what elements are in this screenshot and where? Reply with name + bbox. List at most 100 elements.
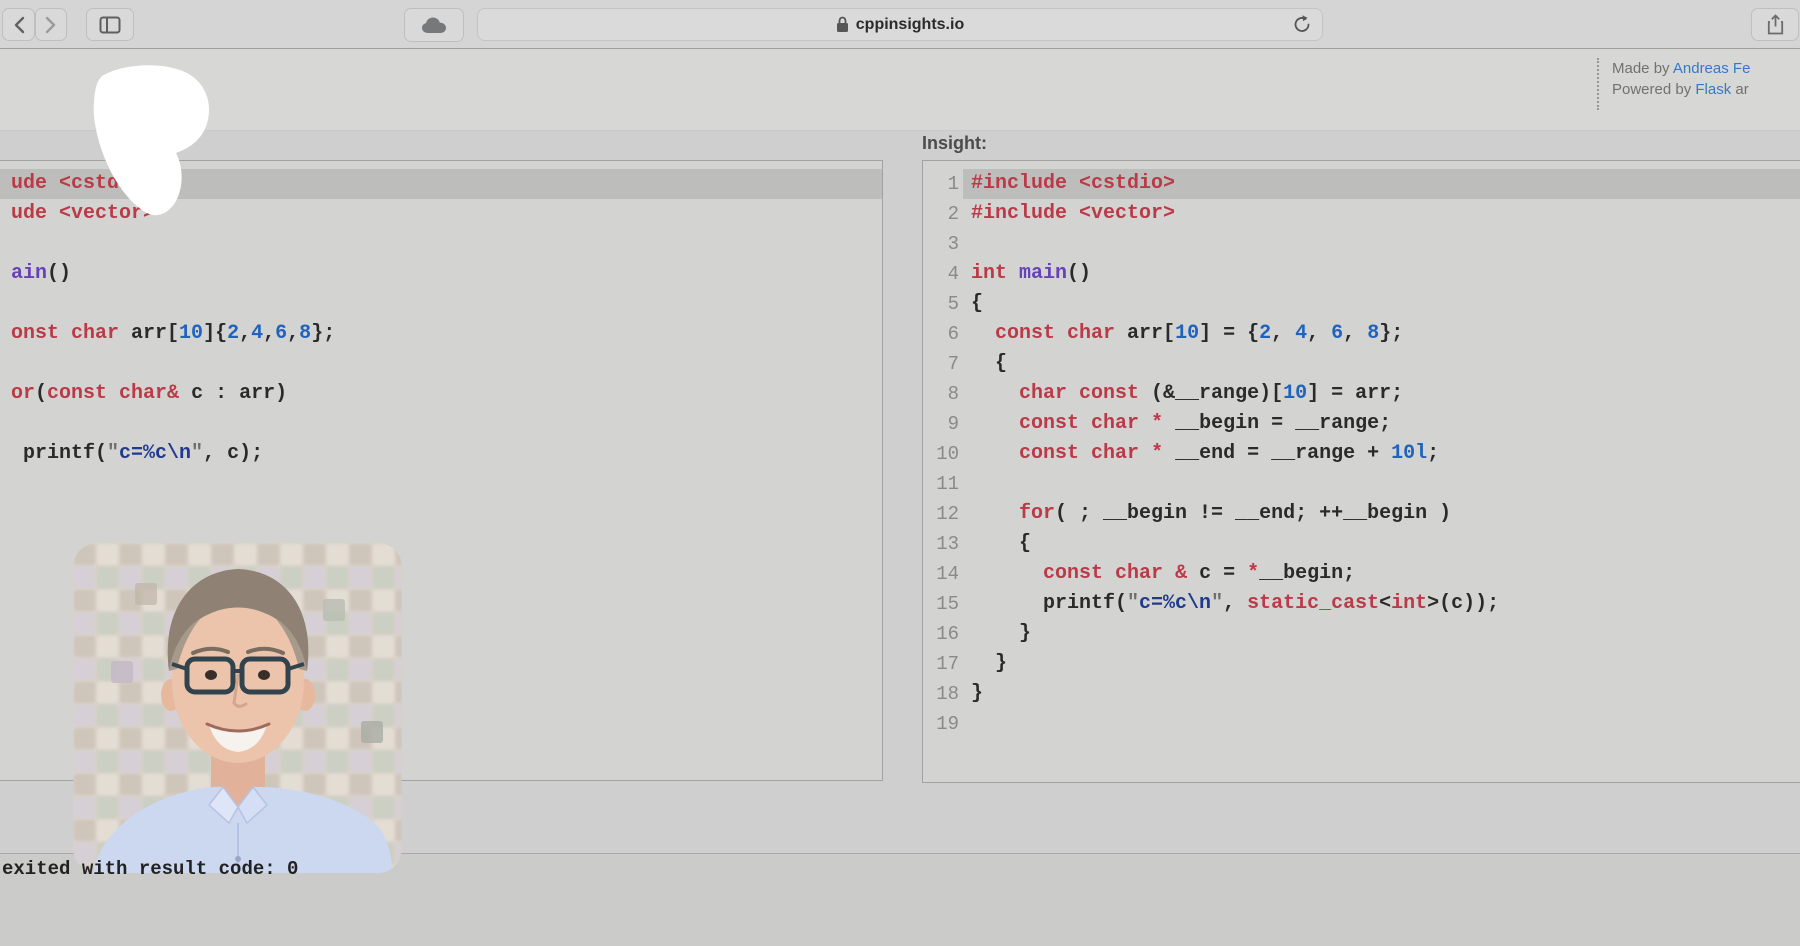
insight-pane-label: Insight: xyxy=(922,133,987,154)
chevron-right-icon xyxy=(45,16,57,34)
code-text xyxy=(3,232,23,255)
line-number: 13 xyxy=(931,529,959,559)
code-text: { xyxy=(963,289,1800,319)
code-line xyxy=(0,349,882,379)
line-number: 9 xyxy=(931,409,959,439)
code-line xyxy=(0,229,882,259)
cloud-icon xyxy=(421,16,447,34)
code-line: ude <cstdio> xyxy=(0,169,882,199)
line-number: 10 xyxy=(931,439,959,469)
line-number: 5 xyxy=(931,289,959,319)
code-text: ain() xyxy=(3,262,71,285)
line-number: 16 xyxy=(931,619,959,649)
code-line: 18} xyxy=(923,679,1800,709)
code-text: ude <cstdio> xyxy=(3,172,155,195)
code-text: #include <vector> xyxy=(963,199,1800,229)
code-text xyxy=(963,229,1800,259)
line-number: 19 xyxy=(931,709,959,739)
code-line: 3 xyxy=(923,229,1800,259)
author-link[interactable]: Andreas Fe xyxy=(1673,60,1751,77)
reload-icon xyxy=(1292,14,1312,35)
code-text xyxy=(3,352,23,375)
code-text: const char arr[10] = {2, 4, 6, 8}; xyxy=(963,319,1800,349)
browser-chrome: cppinsights.io xyxy=(0,0,1800,49)
forward-button[interactable] xyxy=(35,8,67,41)
url-text: cppinsights.io xyxy=(856,16,964,34)
code-text: const char * __begin = __range; xyxy=(963,409,1800,439)
code-line: 19 xyxy=(923,709,1800,739)
line-number: 3 xyxy=(931,229,959,259)
author-photo xyxy=(73,543,402,873)
code-line: onst char arr[10]{2,4,6,8}; xyxy=(0,319,882,349)
line-number: 17 xyxy=(931,649,959,679)
code-text: } xyxy=(963,679,1800,709)
sidebar-toggle-button[interactable] xyxy=(86,8,134,41)
credits-block: Made by Andreas Fe Powered by Flask ar xyxy=(1597,58,1750,110)
code-line: 5{ xyxy=(923,289,1800,319)
code-line: ude <vector> xyxy=(0,199,882,229)
code-text: { xyxy=(963,349,1800,379)
console-output: exited with result code: 0 xyxy=(2,858,298,880)
code-line: 2#include <vector> xyxy=(923,199,1800,229)
code-line: 4int main() xyxy=(923,259,1800,289)
code-text: } xyxy=(963,619,1800,649)
code-line: 16 } xyxy=(923,619,1800,649)
code-text xyxy=(3,412,23,435)
line-number: 12 xyxy=(931,499,959,529)
line-number: 2 xyxy=(931,199,959,229)
code-text: int main() xyxy=(963,259,1800,289)
flask-link[interactable]: Flask xyxy=(1695,81,1731,98)
code-text: #include <cstdio> xyxy=(963,169,1800,199)
lock-icon xyxy=(836,16,849,33)
code-text xyxy=(963,469,1800,499)
code-line: 12 for( ; __begin != __end; ++__begin ) xyxy=(923,499,1800,529)
line-number: 15 xyxy=(931,589,959,619)
line-number: 1 xyxy=(931,169,959,199)
line-number: 7 xyxy=(931,349,959,379)
line-number: 11 xyxy=(931,469,959,499)
code-line: 7 { xyxy=(923,349,1800,379)
line-number: 14 xyxy=(931,559,959,589)
cloud-tabs-button[interactable] xyxy=(404,8,464,42)
code-text xyxy=(3,292,23,315)
code-line: 14 const char & c = *__begin; xyxy=(923,559,1800,589)
source-code: ude <cstdio> ude <vector> ain() onst char… xyxy=(0,161,882,469)
code-text: for( ; __begin != __end; ++__begin ) xyxy=(963,499,1800,529)
line-number: 8 xyxy=(931,379,959,409)
code-line: 1#include <cstdio> xyxy=(923,169,1800,199)
code-line: 8 char const (&__range)[10] = arr; xyxy=(923,379,1800,409)
code-text xyxy=(963,709,1800,739)
line-number: 4 xyxy=(931,259,959,289)
app-toolbar xyxy=(0,49,1800,131)
code-line: 11 xyxy=(923,469,1800,499)
code-line: or(const char& c : arr) xyxy=(0,379,882,409)
share-icon xyxy=(1767,14,1784,35)
code-text: const char & c = *__begin; xyxy=(963,559,1800,589)
sidebar-icon xyxy=(99,16,121,34)
code-text: or(const char& c : arr) xyxy=(3,382,287,405)
back-button[interactable] xyxy=(2,8,35,41)
code-text: ude <vector> xyxy=(3,202,155,225)
insight-code: 1#include <cstdio>2#include <vector>3 4i… xyxy=(923,161,1800,739)
code-text: char const (&__range)[10] = arr; xyxy=(963,379,1800,409)
line-number: 6 xyxy=(931,319,959,349)
code-text: printf("c=%c\n", static_cast<int>(c)); xyxy=(963,589,1800,619)
code-line: 15 printf("c=%c\n", static_cast<int>(c))… xyxy=(923,589,1800,619)
code-line: 10 const char * __end = __range + 10l; xyxy=(923,439,1800,469)
insight-output[interactable]: 1#include <cstdio>2#include <vector>3 4i… xyxy=(922,160,1800,783)
code-line: 17 } xyxy=(923,649,1800,679)
code-line: 13 { xyxy=(923,529,1800,559)
code-line xyxy=(0,289,882,319)
code-text: onst char arr[10]{2,4,6,8}; xyxy=(3,322,335,345)
address-bar[interactable]: cppinsights.io xyxy=(477,8,1323,41)
line-number: 18 xyxy=(931,679,959,709)
code-line: 9 const char * __begin = __range; xyxy=(923,409,1800,439)
code-text: { xyxy=(963,529,1800,559)
reload-button[interactable] xyxy=(1292,14,1312,35)
share-button[interactable] xyxy=(1751,8,1799,41)
code-line: 6 const char arr[10] = {2, 4, 6, 8}; xyxy=(923,319,1800,349)
code-text: } xyxy=(963,649,1800,679)
code-text: const char * __end = __range + 10l; xyxy=(963,439,1800,469)
portrait-image xyxy=(73,543,402,873)
chevron-left-icon xyxy=(13,16,25,34)
